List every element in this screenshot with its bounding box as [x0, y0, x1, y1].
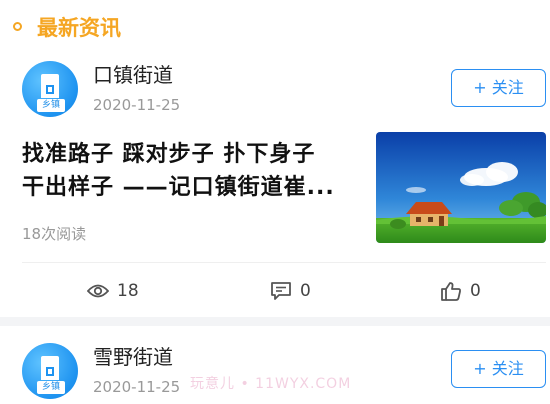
card-divider: [22, 262, 546, 263]
read-count: 18次阅读: [22, 225, 87, 243]
author-name[interactable]: 口镇街道: [93, 62, 173, 88]
likes-count: 0: [470, 281, 481, 301]
article-thumbnail[interactable]: [376, 132, 546, 243]
comment-icon: [270, 281, 292, 301]
watermark: 玩意儿 • 11WYX.COM: [190, 376, 352, 392]
views-count: 18: [117, 281, 139, 301]
author-name[interactable]: 雪野街道: [93, 344, 173, 370]
section-title: 最新资讯: [37, 16, 121, 40]
comments-count: 0: [300, 281, 311, 301]
news-card[interactable]: 乡镇 口镇街道 2020-11-25 + 关注 找准路子 踩对步子 扑下身子 干…: [0, 52, 550, 317]
post-date: 2020-11-25: [93, 378, 181, 396]
building-window: [46, 85, 54, 94]
author-avatar[interactable]: 乡镇: [22, 343, 78, 399]
post-date: 2020-11-25: [93, 96, 181, 114]
likes-action[interactable]: 0: [440, 278, 481, 304]
follow-button[interactable]: + 关注: [451, 350, 546, 388]
building-window: [46, 367, 54, 376]
views-action[interactable]: 18: [87, 278, 139, 304]
avatar-tag: 乡镇: [37, 99, 65, 112]
headline-line-1: 找准路子 踩对步子 扑下身子: [22, 142, 316, 167]
avatar-tag: 乡镇: [37, 381, 65, 394]
follow-button[interactable]: + 关注: [451, 69, 546, 107]
comments-action[interactable]: 0: [270, 278, 311, 304]
section-header: 最新资讯: [0, 0, 550, 52]
card-separator: [0, 317, 550, 326]
thumbs-up-icon: [440, 281, 462, 301]
section-dot-icon: [13, 22, 22, 31]
author-avatar[interactable]: 乡镇: [22, 61, 78, 117]
headline-line-2: 干出样子 ——记口镇街道崔...: [22, 175, 335, 200]
eye-icon: [87, 283, 109, 299]
article-headline[interactable]: 找准路子 踩对步子 扑下身子 干出样子 ——记口镇街道崔...: [22, 138, 367, 204]
